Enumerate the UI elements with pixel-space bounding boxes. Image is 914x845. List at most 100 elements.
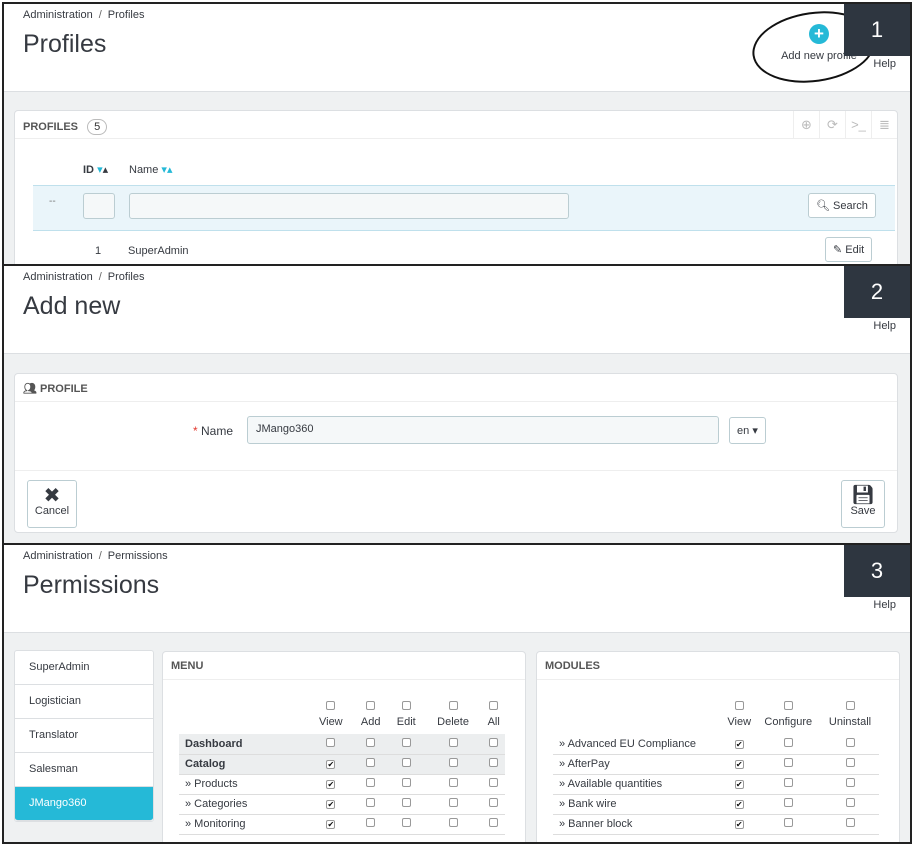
permission-checkbox[interactable] [448,778,458,787]
permission-checkbox[interactable] [448,818,458,827]
modules-permission-cell [755,754,822,775]
menu-column-edit: Edit [389,700,424,734]
permission-checkbox[interactable] [783,758,793,767]
refresh-icon[interactable]: ⟳ [819,111,845,139]
permission-checkbox[interactable] [489,818,499,827]
permission-checkbox[interactable] [401,758,411,767]
breadcrumb-administration[interactable]: Administration [23,550,93,562]
permission-checkbox[interactable] [783,778,793,787]
help-link[interactable]: Help [873,320,896,332]
permission-checkbox[interactable] [448,758,458,767]
permission-checkbox[interactable] [489,758,499,767]
breadcrumb-profiles[interactable]: Profiles [108,271,145,283]
add-icon[interactable]: ⊕ [793,111,819,139]
breadcrumb: Administration / Profiles [23,271,145,283]
modules-column-configure: Configure [756,700,822,734]
permission-checkbox[interactable] [401,778,411,787]
search-button[interactable]: 🔍︎ Search [808,193,876,218]
permission-checkbox[interactable]: ✔ [734,780,744,789]
menu-permission-cell: ✔ [309,814,353,835]
modules-column-uninstall: Uninstall [821,700,879,734]
menu-select-all-checkbox[interactable] [401,701,411,710]
permission-checkbox[interactable] [845,818,855,827]
modules-select-all-checkbox[interactable] [734,701,744,710]
menu-select-all-checkbox[interactable] [489,701,499,710]
permission-checkbox[interactable] [845,778,855,787]
permission-checkbox[interactable] [845,798,855,807]
profile-tab-translator[interactable]: Translator [15,719,153,753]
breadcrumb-permissions[interactable]: Permissions [108,550,168,562]
permission-checkbox[interactable]: ✔ [734,820,744,829]
permission-checkbox[interactable] [366,798,376,807]
modules-permission-cell: ✔ [723,814,756,835]
permission-checkbox[interactable] [845,758,855,767]
breadcrumb-profiles[interactable]: Profiles [108,9,145,21]
menu-column-add: Add [353,700,389,734]
permission-checkbox[interactable]: ✔ [734,760,744,769]
profile-form-card: 👥︎ PROFILE * Name JMango360 en ▾ ✖ Cance… [14,373,898,533]
menu-select-all-checkbox[interactable] [326,701,336,710]
breadcrumb-administration[interactable]: Administration [23,9,93,21]
caret-down-icon: ▾ [752,425,758,437]
profile-tab-superadmin[interactable]: SuperAdmin [15,651,153,685]
permission-checkbox[interactable]: ✔ [734,739,744,749]
permission-checkbox[interactable]: ✔ [326,820,336,829]
permission-checkbox[interactable] [401,818,411,827]
permission-checkbox[interactable]: ✔ [326,760,336,769]
permission-checkbox[interactable] [783,737,793,747]
permission-checkbox[interactable]: ✔ [326,800,336,809]
permission-checkbox[interactable] [401,737,411,747]
name-field[interactable]: JMango360 [247,416,719,444]
database-icon[interactable]: ≣ [871,111,897,139]
help-link[interactable]: Help [873,599,896,611]
edit-button[interactable]: ✎ Edit [825,237,873,262]
help-link[interactable]: Help [873,58,896,70]
permission-checkbox[interactable] [489,778,499,787]
menu-select-all-checkbox[interactable] [448,701,458,710]
modules-select-all-checkbox[interactable] [845,701,855,710]
permission-checkbox[interactable] [448,798,458,807]
modules-permissions-card: MODULES View Configure Uninstall » Advance… [536,651,900,842]
permission-checkbox[interactable] [401,798,411,807]
filter-row: -- 🔍︎ Search [33,185,895,231]
permission-checkbox[interactable] [783,798,793,807]
menu-permission-cell [388,734,424,755]
permission-checkbox[interactable] [448,737,458,747]
permission-checkbox[interactable] [326,737,336,747]
profile-tab-logistician[interactable]: Logistician [15,685,153,719]
search-label: Search [833,200,868,212]
column-id-header[interactable]: ID ▾▴ [83,163,108,176]
permission-checkbox[interactable]: ✔ [326,780,336,789]
profile-tab-salesman[interactable]: Salesman [15,753,153,787]
menu-permission-cell [423,754,483,775]
modules-select-all-checkbox[interactable] [783,701,793,710]
menu-row-label: Dashboard [179,734,309,755]
permission-checkbox[interactable] [366,758,376,767]
sort-asc-icon[interactable]: ▴ [167,164,173,176]
permission-checkbox[interactable] [845,737,855,747]
profile-tab-jmango360[interactable]: JMango360 [15,787,153,821]
language-dropdown[interactable]: en ▾ [729,417,766,444]
permission-checkbox[interactable] [783,818,793,827]
breadcrumb-administration[interactable]: Administration [23,271,93,283]
filter-id-input[interactable] [83,193,115,219]
sort-asc-icon[interactable]: ▴ [103,164,109,176]
menu-select-all-checkbox[interactable] [366,701,376,710]
search-icon: 🔍︎ [816,200,830,212]
menu-permission-cell [352,774,389,795]
cancel-button[interactable]: ✖ Cancel [27,480,77,528]
permission-checkbox[interactable] [366,818,376,827]
menu-permission-cell [388,794,424,815]
permission-checkbox[interactable] [366,737,376,747]
sql-query-icon[interactable]: >_ [845,111,871,139]
permission-checkbox[interactable] [489,737,499,747]
modules-row-label: » Advanced EU Compliance [553,734,723,755]
menu-header: MENU [163,652,525,680]
permission-checkbox[interactable]: ✔ [734,800,744,809]
column-name-header[interactable]: Name ▾▴ [129,163,172,176]
permission-checkbox[interactable] [366,778,376,787]
permission-checkbox[interactable] [489,798,499,807]
menu-permission-cell: ✔ [309,794,353,815]
filter-name-input[interactable] [129,193,569,219]
save-button[interactable]: 💾︎ Save [841,480,885,528]
